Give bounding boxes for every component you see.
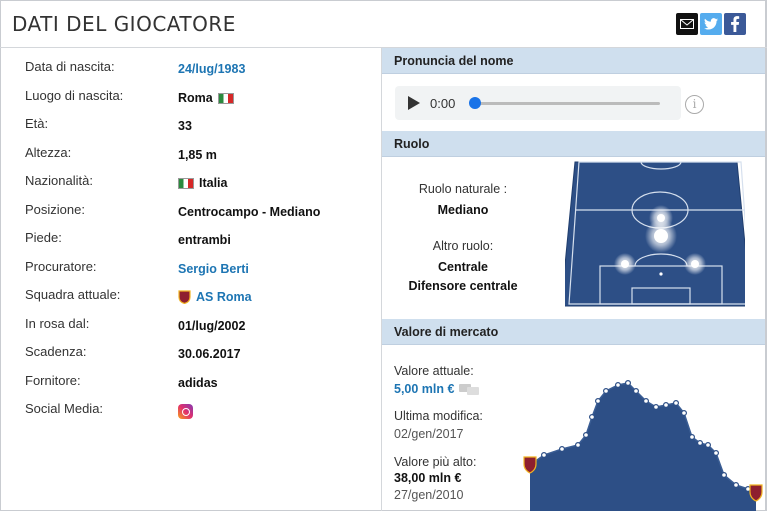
- natural-role-value: Mediano: [437, 203, 489, 217]
- detail-label: Procuratore:: [25, 259, 97, 274]
- detail-value: 01/lug/2002: [178, 319, 245, 333]
- detail-label: Altezza:: [25, 145, 72, 160]
- detail-row: Social Media:: [0, 399, 380, 427]
- detail-value-text: 01/lug/2002: [178, 319, 246, 333]
- detail-value: entrambi: [178, 233, 231, 247]
- play-icon[interactable]: [408, 96, 420, 110]
- detail-value-text: 30.06.2017: [178, 347, 241, 361]
- detail-value-text: adidas: [178, 376, 218, 390]
- info-icon[interactable]: i: [685, 95, 704, 114]
- natural-role-label: Ruolo naturale :: [418, 182, 508, 196]
- other-role-value-1: Centrale: [437, 260, 489, 274]
- page-title: DATI DEL GIOCATORE: [12, 12, 236, 36]
- detail-label: Piede:: [25, 230, 62, 245]
- detail-label: Data di nascita:: [25, 59, 115, 74]
- current-value-label: Valore attuale:: [394, 364, 474, 378]
- detail-row: Data di nascita: 24/lug/1983: [0, 57, 380, 85]
- pitch-diagram: [565, 161, 745, 307]
- detail-row: Squadra attuale: AS Roma: [0, 285, 380, 313]
- detail-row: Altezza: 1,85 m: [0, 143, 380, 171]
- last-modified-value: 02/gen/2017: [394, 427, 464, 441]
- detail-value-text: Sergio Berti: [178, 262, 249, 276]
- detail-value: Italia: [178, 176, 228, 190]
- detail-label: Scadenza:: [25, 344, 87, 359]
- detail-label: Nazionalità:: [25, 173, 93, 188]
- market-title: Valore di mercato: [394, 325, 499, 339]
- detail-row: Scadenza: 30.06.2017: [0, 342, 380, 370]
- detail-value-text: entrambi: [178, 233, 231, 247]
- detail-label: Luogo di nascita:: [25, 88, 124, 103]
- chat-bubbles-icon: [459, 384, 480, 395]
- detail-value: Roma: [178, 91, 234, 105]
- detail-value[interactable]: 24/lug/1983: [178, 62, 245, 76]
- pronunciation-header: Pronuncia del nome: [382, 48, 765, 74]
- club-crest-icon: [523, 456, 537, 474]
- detail-value: 30.06.2017: [178, 347, 241, 361]
- italy-flag-icon: [178, 177, 194, 189]
- detail-row: Età: 33: [0, 114, 380, 142]
- detail-label: Età:: [25, 116, 49, 131]
- club-crest-icon: [178, 290, 191, 304]
- italy-flag-icon: [217, 92, 234, 104]
- detail-label: Posizione:: [25, 202, 85, 217]
- audio-player[interactable]: 0:00: [395, 86, 681, 120]
- envelope-icon[interactable]: [676, 13, 698, 35]
- facebook-icon[interactable]: [724, 13, 746, 35]
- market-value-chart: [523, 379, 763, 511]
- detail-label: Squadra attuale:: [25, 287, 121, 302]
- detail-value: 1,85 m: [178, 148, 217, 162]
- detail-label: Fornitore:: [25, 373, 81, 388]
- detail-row: Fornitore: adidas: [0, 371, 380, 399]
- detail-value[interactable]: Sergio Berti: [178, 262, 249, 276]
- instagram-icon[interactable]: [178, 404, 193, 419]
- other-role-label: Altro ruolo:: [432, 239, 494, 253]
- detail-value: adidas: [178, 376, 218, 390]
- detail-value-text: 1,85 m: [178, 148, 217, 162]
- highest-value-date: 27/gen/2010: [394, 488, 464, 502]
- detail-row: In rosa dal: 01/lug/2002: [0, 314, 380, 342]
- pronunciation-title: Pronuncia del nome: [394, 54, 514, 68]
- detail-row: Luogo di nascita: Roma: [0, 86, 380, 114]
- header: DATI DEL GIOCATORE: [0, 0, 767, 48]
- detail-value: [178, 404, 193, 419]
- detail-value-text: AS Roma: [196, 290, 252, 304]
- detail-label: In rosa dal:: [25, 316, 90, 331]
- audio-knob[interactable]: [469, 97, 481, 109]
- last-modified-label: Ultima modifica:: [394, 409, 483, 423]
- detail-value-text: 24/lug/1983: [178, 62, 246, 76]
- audio-time: 0:00: [430, 96, 456, 111]
- detail-value: 33: [178, 119, 192, 133]
- current-value[interactable]: 5,00 mln €: [394, 382, 480, 396]
- detail-row: Piede: entrambi: [0, 228, 380, 256]
- detail-row: Nazionalità: Italia: [0, 171, 380, 199]
- detail-row: Posizione: Centrocampo - Mediano: [0, 200, 380, 228]
- detail-value-text: 33: [178, 119, 192, 133]
- audio-track[interactable]: [475, 102, 660, 105]
- other-role-value-2: Difensore centrale: [408, 279, 518, 293]
- detail-value-text: Roma: [178, 91, 213, 105]
- market-header: Valore di mercato: [382, 319, 765, 345]
- detail-value-text: Italia: [199, 176, 228, 190]
- detail-row: Procuratore: Sergio Berti: [0, 257, 380, 285]
- twitter-icon[interactable]: [700, 13, 722, 35]
- role-title: Ruolo: [394, 137, 430, 151]
- current-value-text: 5,00 mln €: [394, 382, 455, 396]
- highest-value: 38,00 mln €: [394, 471, 462, 485]
- detail-label: Social Media:: [25, 401, 104, 416]
- role-header: Ruolo: [382, 131, 765, 157]
- detail-value[interactable]: AS Roma: [178, 290, 252, 304]
- detail-value: Centrocampo - Mediano: [178, 205, 320, 219]
- column-divider: [381, 48, 382, 511]
- highest-value-label: Valore più alto:: [394, 455, 477, 469]
- detail-value-text: Centrocampo - Mediano: [178, 205, 321, 219]
- club-crest-icon: [749, 484, 763, 502]
